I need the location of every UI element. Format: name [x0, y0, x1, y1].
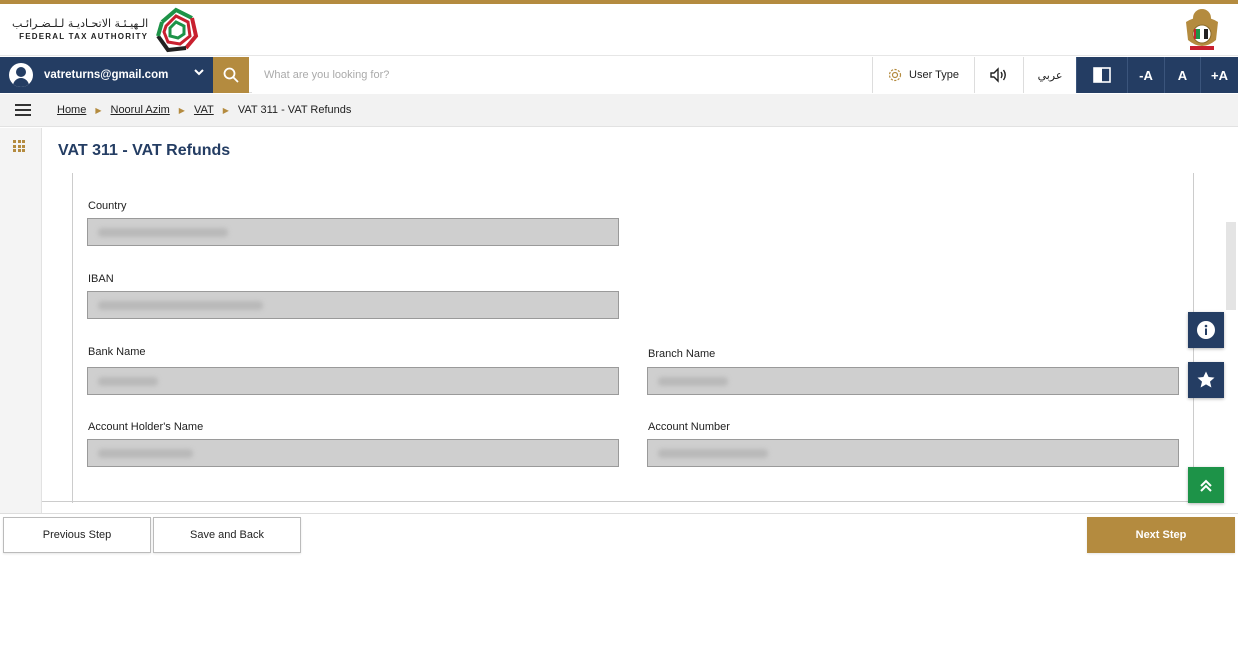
breadcrumb-current: VAT 311 - VAT Refunds — [237, 104, 352, 116]
gear-icon — [888, 68, 902, 82]
previous-step-button[interactable]: Previous Step — [3, 517, 151, 553]
speaker-icon — [990, 67, 1006, 83]
font-decrease-button[interactable]: -A — [1127, 57, 1164, 93]
account-number-field[interactable] — [647, 439, 1179, 467]
user-type-label: User Type — [909, 69, 959, 81]
uae-emblem-icon — [1186, 9, 1218, 50]
user-icon — [9, 63, 33, 87]
font-normal-button[interactable]: A — [1164, 57, 1200, 93]
top-toolbar: vatreturns@gmail.com User Type عربي — [0, 57, 1238, 93]
next-step-label: Next Step — [1135, 529, 1187, 541]
font-decrease-label: -A — [1139, 67, 1153, 83]
fta-logo-icon — [156, 7, 199, 53]
scrollbar-track[interactable] — [1222, 128, 1238, 513]
account-holder-label: Account Holder's Name — [88, 421, 204, 433]
search-button[interactable] — [213, 57, 249, 93]
search-input[interactable] — [252, 57, 872, 93]
audio-button[interactable] — [974, 57, 1023, 93]
branch-name-label: Branch Name — [648, 348, 716, 360]
save-and-back-button[interactable]: Save and Back — [153, 517, 301, 553]
user-menu-button[interactable]: vatreturns@gmail.com — [0, 57, 213, 93]
logo-arabic-text: الـهيـئـة الاتحـاديـة لـلـضـرائـب — [12, 17, 149, 30]
hamburger-icon[interactable] — [15, 104, 31, 116]
fta-logo[interactable]: الـهيـئـة الاتحـاديـة لـلـضـرائـب FEDERA… — [12, 6, 200, 54]
user-type-button[interactable]: User Type — [872, 57, 974, 93]
chevron-down-icon — [194, 69, 204, 76]
logo-english-text: FEDERAL TAX AUTHORITY — [19, 32, 149, 41]
scrollbar-thumb[interactable] — [1226, 222, 1236, 310]
country-label: Country — [88, 200, 127, 212]
breadcrumb-vat[interactable]: VAT — [194, 104, 214, 116]
arabic-label: عربي — [1037, 68, 1063, 82]
chevrons-up-icon — [1200, 479, 1212, 492]
breadcrumb-bar: Home ▶ Noorul Azim ▶ VAT ▶ VAT 311 - VAT… — [0, 94, 1238, 127]
font-normal-label: A — [1177, 67, 1188, 83]
breadcrumb-arrow-icon: ▶ — [222, 105, 229, 115]
bank-name-field[interactable] — [87, 367, 619, 395]
font-increase-button[interactable]: +A — [1200, 57, 1238, 93]
breadcrumb-home[interactable]: Home — [57, 104, 86, 116]
scroll-top-button[interactable] — [1188, 467, 1224, 503]
page-title: VAT 311 - VAT Refunds — [58, 142, 231, 159]
branch-name-field[interactable] — [647, 367, 1179, 395]
previous-step-label: Previous Step — [42, 529, 112, 541]
main-panel: VAT 311 - VAT Refunds Country IBAN Bank … — [42, 128, 1222, 503]
bank-details-form: Country IBAN Bank Name Branch Name Accou… — [72, 173, 1194, 503]
favorite-button[interactable] — [1188, 362, 1224, 398]
info-icon — [1197, 321, 1215, 339]
footer-actions: Previous Step Save and Back Next Step — [0, 513, 1238, 558]
contrast-icon — [1093, 67, 1111, 83]
contrast-button[interactable] — [1076, 57, 1127, 93]
breadcrumb: Home ▶ Noorul Azim ▶ VAT ▶ VAT 311 - VAT… — [57, 104, 351, 116]
font-increase-label: +A — [1211, 67, 1228, 83]
arabic-language-button[interactable]: عربي — [1023, 57, 1076, 93]
site-header: الـهيـئـة الاتحـاديـة لـلـضـرائـب FEDERA… — [0, 4, 1238, 56]
account-number-label: Account Number — [648, 421, 730, 433]
next-step-button[interactable]: Next Step — [1087, 517, 1235, 553]
user-email: vatreturns@gmail.com — [44, 69, 169, 81]
left-rail — [0, 128, 42, 513]
country-field[interactable] — [87, 218, 619, 246]
save-and-back-label: Save and Back — [190, 529, 264, 541]
breadcrumb-arrow-icon: ▶ — [178, 105, 185, 115]
iban-field[interactable] — [87, 291, 619, 319]
search-icon — [223, 67, 239, 83]
apps-grid-icon[interactable] — [13, 140, 25, 152]
bank-name-label: Bank Name — [88, 346, 146, 358]
iban-label: IBAN — [88, 273, 114, 285]
star-icon — [1197, 371, 1215, 388]
breadcrumb-arrow-icon: ▶ — [95, 105, 102, 115]
breadcrumb-account[interactable]: Noorul Azim — [111, 104, 170, 116]
info-button[interactable] — [1188, 312, 1224, 348]
account-holder-field[interactable] — [87, 439, 619, 467]
